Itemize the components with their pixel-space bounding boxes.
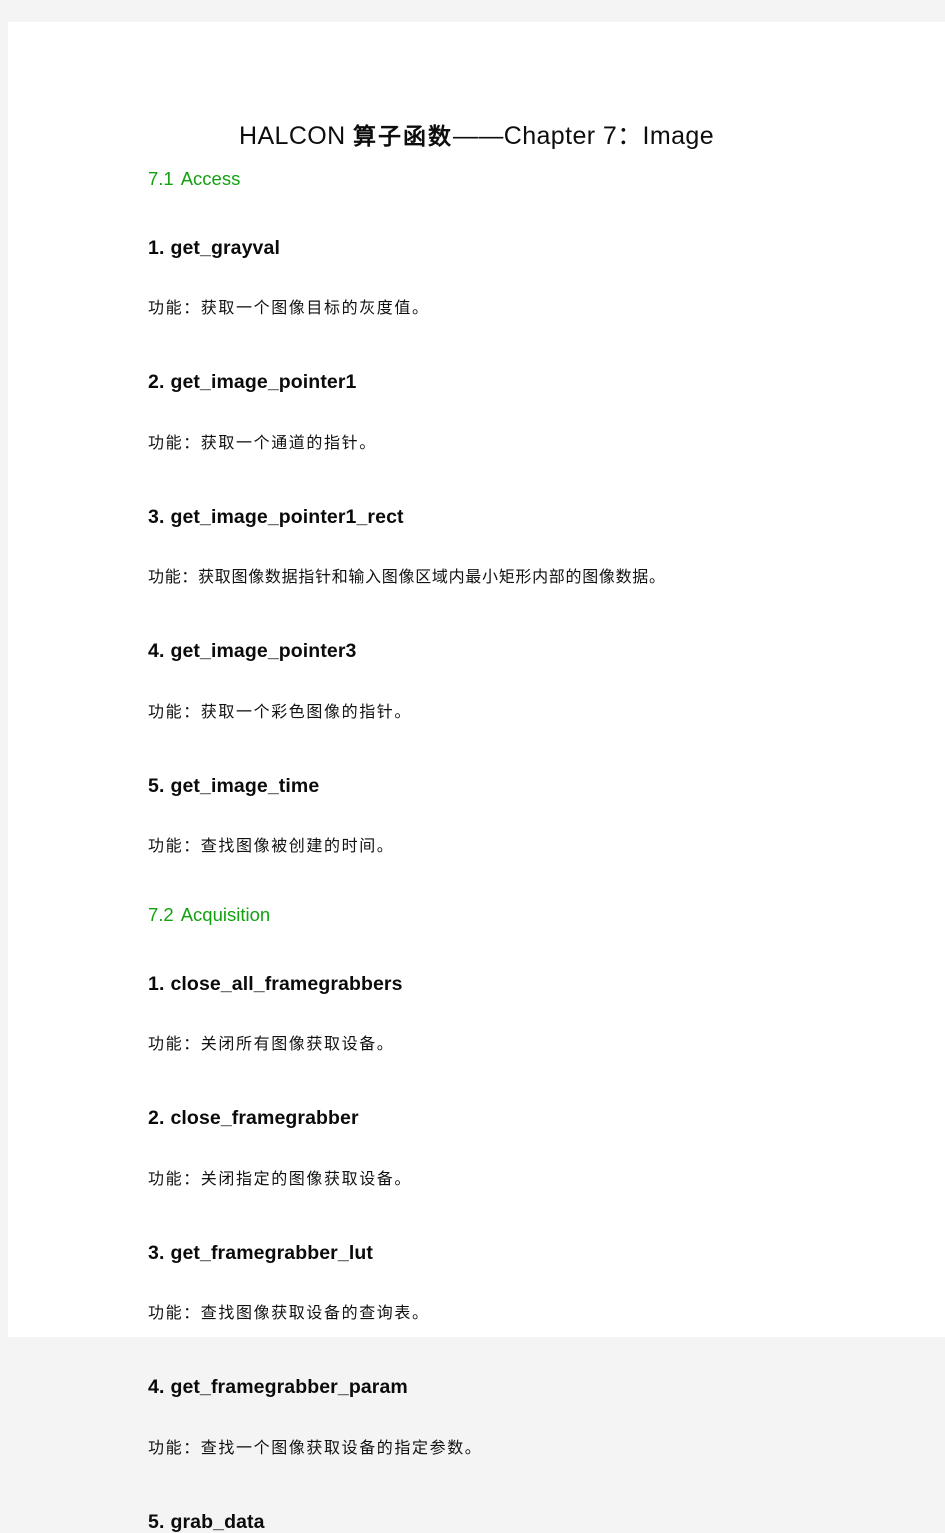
document-page: HALCON 算子函数——Chapter 7：Image 7.1 Access 1… xyxy=(8,22,945,1531)
operator-index: 5. xyxy=(148,774,165,797)
section-number: 7.1 xyxy=(148,168,174,189)
operator-name: 3. get_image_pointer1_rect xyxy=(148,505,908,528)
operator-description: 功能：获取图像数据指针和输入图像区域内最小矩形内部的图像数据。 xyxy=(148,567,666,586)
document-body: 7.1 Access 1. get_grayval 功能：获取一个图像目标的灰度值。… xyxy=(148,168,908,1533)
operator-description: 功能：关闭所有图像获取设备。 xyxy=(148,1034,395,1053)
operator-description: 功能：关闭指定的图像获取设备。 xyxy=(148,1168,413,1188)
operator-index: 5. xyxy=(148,1510,165,1533)
operator-description: 功能：查找一个图像获取设备的指定参数。 xyxy=(148,1437,483,1457)
operator-label: get_image_pointer1_rect xyxy=(170,505,404,528)
operator-description: 功能：获取一个通道的指针。 xyxy=(148,432,377,452)
operator-name: 1. close_all_framegrabbers xyxy=(148,972,908,995)
operator-description: 功能：查找图像被创建的时间。 xyxy=(148,836,395,855)
section-acquisition: 7.2 Acquisition 1. close_all_framegrabbers… xyxy=(148,904,908,1533)
operator-index: 2. xyxy=(148,1107,165,1129)
operator-name: 2. get_image_pointer1 xyxy=(148,371,908,393)
page-title-cjk: 算子函数 xyxy=(352,123,453,150)
operator-label: get_image_time xyxy=(170,774,320,797)
operator-label: grab_data xyxy=(170,1510,265,1533)
operator-index: 1. xyxy=(148,972,165,995)
operator-label: get_image_pointer3 xyxy=(170,640,357,662)
operator-name: 2. close_framegrabber xyxy=(148,1107,908,1129)
operator-description: 功能：查找图像获取设备的查询表。 xyxy=(148,1303,430,1322)
operator-name: 4. get_image_pointer3 xyxy=(148,640,908,662)
section-heading-acquisition: 7.2 Acquisition xyxy=(148,904,908,925)
section-name: Access xyxy=(180,168,241,189)
operator-index: 4. xyxy=(148,640,165,662)
page-title-latin-prefix: HALCON xyxy=(238,122,346,150)
operator-label: close_framegrabber xyxy=(170,1107,359,1129)
operator-index: 4. xyxy=(148,1376,165,1398)
section-name: Acquisition xyxy=(180,904,271,925)
section-heading-access: 7.1 Access xyxy=(148,168,908,189)
operator-name: 5. get_image_time xyxy=(148,774,908,797)
section-number: 7.2 xyxy=(148,904,174,925)
operator-name: 1. get_grayval xyxy=(148,236,908,259)
operator-description: 功能：获取一个彩色图像的指针。 xyxy=(148,701,413,721)
page-title-latin-suffix: ——Chapter 7：Image xyxy=(452,122,715,150)
page-title: HALCON 算子函数——Chapter 7：Image xyxy=(8,116,945,152)
operator-label: get_grayval xyxy=(170,236,280,259)
operator-label: get_framegrabber_lut xyxy=(170,1241,373,1264)
operator-label: get_framegrabber_param xyxy=(170,1376,408,1398)
operator-index: 3. xyxy=(148,1241,165,1264)
operator-name: 5. grab_data xyxy=(148,1510,908,1533)
operator-name: 4. get_framegrabber_param xyxy=(148,1376,908,1398)
operator-label: close_all_framegrabbers xyxy=(170,972,403,995)
operator-name: 3. get_framegrabber_lut xyxy=(148,1241,908,1264)
operator-index: 1. xyxy=(148,236,165,259)
section-access: 7.1 Access 1. get_grayval 功能：获取一个图像目标的灰度值。… xyxy=(148,168,908,855)
operator-index: 3. xyxy=(148,505,165,528)
operator-label: get_image_pointer1 xyxy=(170,371,357,393)
operator-description: 功能：获取一个图像目标的灰度值。 xyxy=(148,298,430,317)
operator-index: 2. xyxy=(148,371,165,393)
